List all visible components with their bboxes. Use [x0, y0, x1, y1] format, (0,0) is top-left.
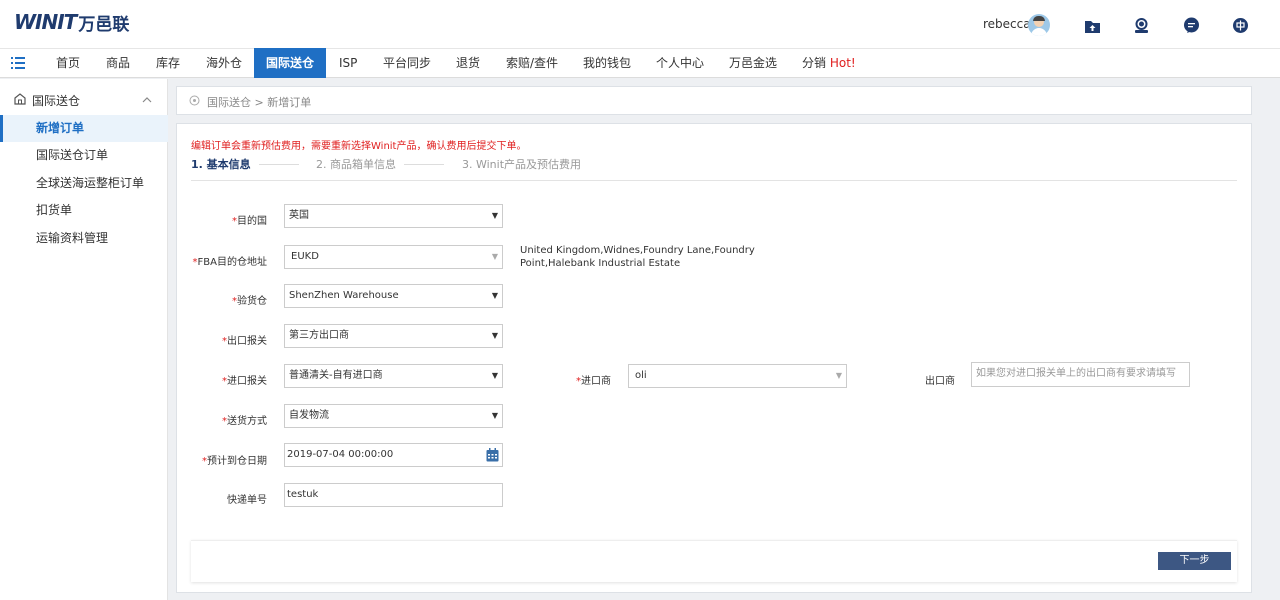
- arrival-date-value: 2019-07-04 00:00:00: [287, 449, 394, 460]
- import-declaration-value: 普通清关-自有进口商: [289, 370, 383, 381]
- step-divider: [259, 164, 299, 165]
- location-pin-icon: [189, 95, 200, 106]
- breadcrumb: 国际送仓 > 新增订单: [176, 86, 1252, 115]
- delivery-method-label: *送货方式: [222, 416, 267, 427]
- delivery-method-value: 自发物流: [289, 410, 329, 421]
- step-divider: [404, 164, 444, 165]
- import-declaration-label: *进口报关: [222, 376, 267, 387]
- destination-country-label: *目的国: [232, 216, 267, 227]
- sidebar: 国际送仓 新增订单 国际送仓订单 全球送海运整柜订单 扣货单 运输资料管理: [0, 79, 168, 600]
- form-footer: 下一步: [191, 540, 1237, 582]
- exporter-label: 出口商: [925, 376, 955, 387]
- dropdown-arrow-icon: ▼: [491, 331, 498, 340]
- customer-service-icon[interactable]: [1133, 17, 1150, 34]
- importer-select[interactable]: oli ▼: [628, 364, 847, 388]
- nav-platform-sync[interactable]: 平台同步: [371, 49, 443, 78]
- nav-distribution[interactable]: 分销 Hot!: [790, 49, 868, 78]
- export-declaration-value: 第三方出口商: [289, 330, 349, 341]
- dropdown-arrow-icon: ▼: [491, 211, 498, 220]
- nav-personal-center[interactable]: 个人中心: [644, 49, 716, 78]
- winit-logo[interactable]: WINIT 万邑联: [14, 9, 129, 35]
- menu-toggle-icon[interactable]: [11, 56, 25, 70]
- inspection-warehouse-label: *验货仓: [232, 296, 267, 307]
- hot-badge: Hot!: [829, 56, 856, 70]
- fba-address-select[interactable]: EUKD ▼: [284, 245, 503, 269]
- arrival-date-input[interactable]: 2019-07-04 00:00:00: [284, 443, 503, 467]
- exporter-input[interactable]: 如果您对进口报关单上的出口商有要求请填写: [971, 362, 1190, 387]
- tracking-number-input[interactable]: testuk: [284, 483, 503, 507]
- fba-address-text: United Kingdom,Widnes,Foundry Lane,Found…: [520, 245, 755, 269]
- sidebar-section-title: 国际送仓: [32, 94, 81, 108]
- sidebar-item-delivery-orders[interactable]: 国际送仓订单: [0, 142, 168, 169]
- main-nav: 首页 商品 库存 海外仓 国际送仓 ISP 平台同步 退货 索赔/查件 我的钱包…: [0, 48, 1280, 78]
- sidebar-item-transport-docs[interactable]: 运输资料管理: [0, 225, 168, 252]
- top-header: WINIT 万邑联 rebecca: [0, 0, 1280, 48]
- dropdown-arrow-icon: ▼: [491, 411, 498, 420]
- arrival-date-label: *预计到仓日期: [202, 456, 267, 467]
- nav-inventory[interactable]: 库存: [144, 49, 192, 78]
- warehouse-icon: [14, 93, 26, 105]
- destination-country-select[interactable]: 英国 ▼: [284, 204, 503, 228]
- destination-country-value: 英国: [289, 210, 309, 221]
- calendar-icon[interactable]: [486, 448, 499, 462]
- fba-address-label: *FBA目的仓地址: [192, 257, 267, 268]
- message-icon[interactable]: [1183, 17, 1200, 34]
- nav-international-delivery[interactable]: 国际送仓: [254, 48, 327, 78]
- nav-winit-select[interactable]: 万邑金选: [717, 49, 789, 78]
- next-step-button[interactable]: 下一步: [1158, 552, 1231, 570]
- import-declaration-select[interactable]: 普通清关-自有进口商 ▼: [284, 364, 503, 388]
- sidebar-section-header[interactable]: 国际送仓: [0, 89, 168, 111]
- step-winit-product[interactable]: 3. Winit产品及预估费用: [462, 156, 581, 172]
- logo-chinese-name: 万邑联: [78, 14, 130, 35]
- fba-address-value: EUKD: [291, 251, 319, 262]
- tracking-number-label: 快递单号: [227, 495, 267, 506]
- export-declaration-label: *出口报关: [222, 336, 267, 347]
- folder-upload-icon[interactable]: [1084, 17, 1101, 34]
- step-basic-info[interactable]: 1. 基本信息: [191, 156, 251, 172]
- nav-isp[interactable]: ISP: [327, 49, 369, 78]
- breadcrumb-text: 国际送仓 > 新增订单: [207, 96, 312, 109]
- nav-products[interactable]: 商品: [94, 49, 142, 78]
- chevron-up-icon[interactable]: [142, 95, 152, 105]
- step-packing-list[interactable]: 2. 商品箱单信息: [316, 156, 396, 172]
- language-icon[interactable]: [1232, 17, 1249, 34]
- sidebar-item-hold-orders[interactable]: 扣货单: [0, 197, 168, 224]
- inspection-warehouse-select[interactable]: ShenZhen Warehouse ▼: [284, 284, 503, 308]
- sidebar-item-fcl-orders[interactable]: 全球送海运整柜订单: [0, 170, 168, 197]
- tracking-number-value: testuk: [287, 489, 319, 500]
- importer-value: oli: [635, 370, 647, 381]
- divider: [191, 180, 1237, 181]
- nav-home[interactable]: 首页: [44, 49, 92, 78]
- logo-wordmark: WINIT: [14, 10, 77, 34]
- dropdown-arrow-icon: ▼: [491, 252, 498, 261]
- delivery-method-select[interactable]: 自发物流 ▼: [284, 404, 503, 428]
- importer-label: *进口商: [576, 376, 611, 387]
- user-avatar[interactable]: [1028, 14, 1050, 36]
- nav-returns[interactable]: 退货: [444, 49, 492, 78]
- nav-wallet[interactable]: 我的钱包: [571, 49, 643, 78]
- dropdown-arrow-icon: ▼: [491, 291, 498, 300]
- nav-overseas-warehouse[interactable]: 海外仓: [194, 49, 254, 78]
- sidebar-item-new-order[interactable]: 新增订单: [0, 115, 168, 142]
- username[interactable]: rebecca: [983, 17, 1031, 31]
- nav-distribution-label: 分销: [802, 56, 827, 70]
- order-form-panel: 编辑订单会重新预估费用，需要重新选择Winit产品，确认费用后提交下单。 1. …: [176, 123, 1252, 593]
- nav-claims[interactable]: 索赔/查件: [494, 49, 570, 78]
- inspection-warehouse-value: ShenZhen Warehouse: [289, 290, 399, 301]
- exporter-placeholder: 如果您对进口报关单上的出口商有要求请填写: [976, 368, 1176, 379]
- edit-warning-text: 编辑订单会重新预估费用，需要重新选择Winit产品，确认费用后提交下单。: [191, 141, 527, 152]
- export-declaration-select[interactable]: 第三方出口商 ▼: [284, 324, 503, 348]
